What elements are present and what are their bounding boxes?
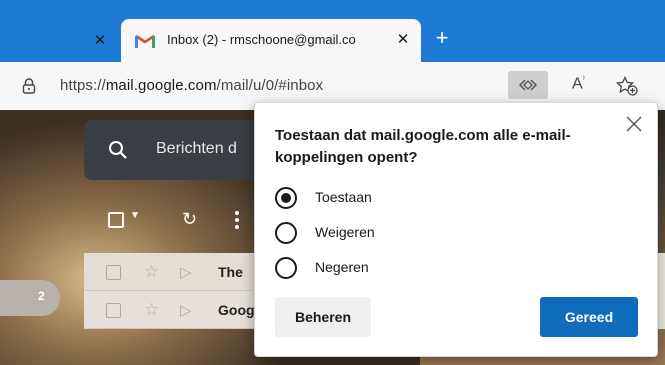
radio-button[interactable] (275, 222, 297, 244)
important-icon[interactable]: ▷ (180, 301, 192, 319)
row-checkbox[interactable] (106, 303, 121, 318)
search-icon (109, 141, 127, 159)
radio-label: Weigeren (315, 224, 375, 240)
table-row[interactable]: ☆ ▷ The (84, 253, 264, 291)
gmail-icon (135, 34, 155, 48)
close-icon[interactable]: ✕ (92, 33, 108, 49)
star-icon[interactable]: ☆ (144, 300, 159, 320)
row-checkbox[interactable] (106, 265, 121, 280)
row-sender: Goog (218, 302, 255, 318)
close-icon[interactable]: ✕ (395, 32, 411, 48)
table-row[interactable]: ☆ ▷ Goog (84, 291, 264, 329)
close-icon[interactable] (625, 115, 643, 133)
radio-button[interactable] (275, 257, 297, 279)
select-all-checkbox[interactable] (108, 212, 124, 228)
address-input[interactable]: https://mail.google.com/mail/u/0/#inbox (60, 76, 323, 96)
radio-label: Negeren (315, 259, 369, 275)
unread-badge[interactable]: 2 (0, 280, 60, 316)
dialog-title: Toestaan dat mail.google.com alle e-mail… (275, 127, 571, 166)
chevron-down-icon[interactable]: ▼ (130, 210, 140, 221)
protocol-handler-icon (519, 79, 537, 91)
row-sender: The (218, 264, 243, 280)
protocol-handler-dialog: Toestaan dat mail.google.com alle e-mail… (254, 102, 658, 357)
lock-icon[interactable] (22, 78, 36, 94)
radio-button[interactable] (275, 187, 297, 209)
add-favorite-icon[interactable] (616, 76, 638, 96)
important-icon[interactable]: ▷ (180, 263, 192, 281)
protocol-handler-button[interactable] (508, 71, 548, 99)
radio-label: Toestaan (315, 189, 372, 205)
refresh-icon[interactable]: ↻ (182, 209, 197, 230)
tab-strip: ✕ Inbox (2) - rmschoone@gmail.co ✕ + (0, 0, 665, 62)
new-tab-button[interactable]: + (432, 27, 452, 49)
search-placeholder: Berichten d (156, 140, 237, 157)
manage-button[interactable]: Beheren (275, 297, 371, 337)
more-icon[interactable] (234, 210, 240, 230)
tab-title: Inbox (2) - rmschoone@gmail.co (167, 32, 356, 47)
done-button[interactable]: Gereed (540, 297, 638, 337)
star-icon[interactable]: ☆ (144, 262, 159, 282)
read-aloud-button[interactable]: A⁾ (572, 74, 585, 93)
tab-inbox[interactable]: Inbox (2) - rmschoone@gmail.co ✕ (121, 19, 421, 62)
